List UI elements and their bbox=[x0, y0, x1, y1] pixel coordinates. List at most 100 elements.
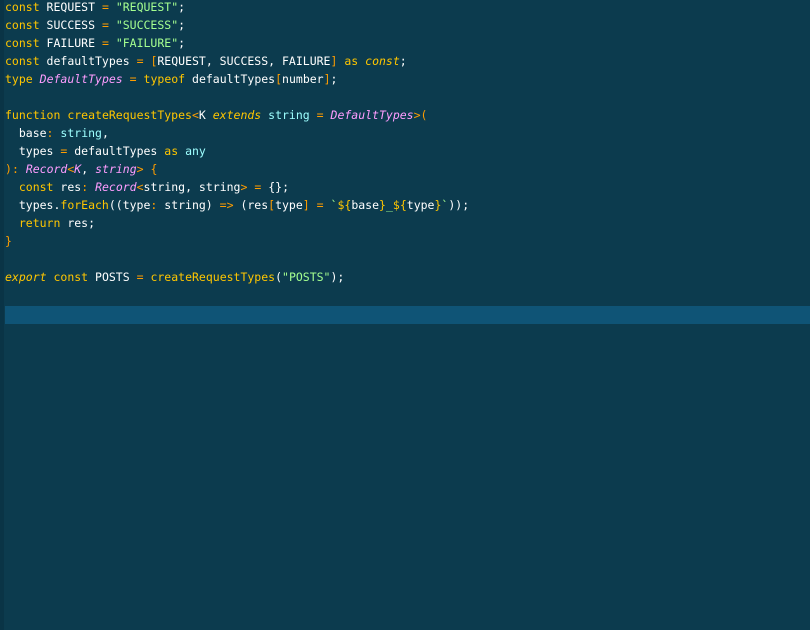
code-token: const bbox=[5, 54, 40, 68]
code-token: ( bbox=[275, 270, 283, 284]
code-token: } bbox=[5, 234, 12, 248]
code-line[interactable]: const defaultTypes = [REQUEST, SUCCESS, … bbox=[5, 54, 810, 72]
code-token: SUCCESS bbox=[39, 18, 102, 32]
code-token: = bbox=[101, 18, 109, 32]
code-token: const bbox=[365, 54, 400, 68]
code-token: (res bbox=[233, 198, 269, 212]
code-line[interactable]: function createRequestTypes<K extends st… bbox=[5, 108, 810, 126]
code-token: : bbox=[11, 162, 19, 176]
code-token: = bbox=[101, 0, 109, 14]
code-token: string, string bbox=[143, 180, 241, 194]
code-token: "REQUEST" bbox=[115, 0, 179, 14]
code-line[interactable]: const REQUEST = "REQUEST"; bbox=[5, 0, 810, 18]
code-token: { bbox=[150, 162, 158, 176]
code-token: res; bbox=[60, 216, 96, 230]
code-token: => bbox=[219, 198, 234, 212]
code-token: "SUCCESS" bbox=[115, 18, 179, 32]
code-token: string bbox=[95, 162, 137, 176]
code-token: return bbox=[18, 216, 61, 230]
code-line[interactable] bbox=[5, 288, 810, 306]
editor-gutter bbox=[0, 0, 4, 630]
code-token: _ bbox=[385, 198, 393, 212]
code-token: = bbox=[316, 108, 324, 122]
code-token: = bbox=[101, 36, 109, 50]
code-line[interactable] bbox=[5, 252, 810, 270]
code-token: > bbox=[413, 108, 421, 122]
code-token: defaultTypes bbox=[39, 54, 137, 68]
code-token: types bbox=[5, 144, 61, 158]
code-line[interactable]: type DefaultTypes = typeof defaultTypes[… bbox=[5, 72, 810, 90]
code-token: createRequestTypes bbox=[67, 108, 192, 122]
code-token: ${ bbox=[392, 198, 407, 212]
code-token: type bbox=[275, 198, 303, 212]
code-token: string) bbox=[157, 198, 220, 212]
code-line[interactable]: export const POSTS = createRequestTypes(… bbox=[5, 270, 810, 288]
code-token: = bbox=[129, 72, 137, 86]
code-token: res bbox=[53, 180, 82, 194]
code-line[interactable]: types = defaultTypes as any bbox=[5, 144, 810, 162]
code-token: const bbox=[5, 18, 40, 32]
code-line-active[interactable] bbox=[5, 306, 810, 324]
code-line[interactable]: return res; bbox=[5, 216, 810, 234]
code-token: ); bbox=[330, 270, 345, 284]
code-token: base bbox=[351, 198, 380, 212]
code-token: ; bbox=[399, 54, 407, 68]
code-line[interactable]: const res: Record<string, string> = {}; bbox=[5, 180, 810, 198]
code-token: defaultTypes bbox=[67, 144, 165, 158]
code-token: REQUEST, SUCCESS, FAILURE bbox=[157, 54, 331, 68]
code-token: typeof bbox=[143, 72, 186, 86]
code-token: ((type bbox=[108, 198, 151, 212]
code-token: "POSTS" bbox=[282, 270, 331, 284]
code-token: ] bbox=[302, 198, 310, 212]
code-line[interactable]: } bbox=[5, 234, 810, 252]
code-token: = bbox=[136, 54, 144, 68]
code-token: ${ bbox=[337, 198, 352, 212]
code-token: )); bbox=[448, 198, 470, 212]
code-token: [ bbox=[275, 72, 283, 86]
code-line[interactable]: base: string, bbox=[5, 126, 810, 144]
code-line[interactable]: ): Record<K, string> { bbox=[5, 162, 810, 180]
code-token: const bbox=[18, 180, 54, 194]
code-line[interactable]: const SUCCESS = "SUCCESS"; bbox=[5, 18, 810, 36]
code-token: types. bbox=[5, 198, 61, 212]
code-token: REQUEST bbox=[39, 0, 102, 14]
code-token: base bbox=[5, 126, 47, 140]
code-token: const bbox=[5, 36, 40, 50]
code-token: ; bbox=[330, 72, 338, 86]
code-lines: const REQUEST = "REQUEST"; const SUCCESS … bbox=[5, 0, 810, 324]
code-token: ; bbox=[178, 0, 186, 14]
code-token: DefaultTypes bbox=[330, 108, 414, 122]
code-token: {}; bbox=[261, 180, 289, 194]
code-token: function bbox=[5, 108, 61, 122]
code-token: K bbox=[198, 108, 213, 122]
code-token: type bbox=[5, 72, 33, 86]
code-token: DefaultTypes bbox=[39, 72, 123, 86]
code-token: defaultTypes bbox=[185, 72, 276, 86]
code-token: < bbox=[136, 180, 144, 194]
code-token: export bbox=[5, 270, 47, 284]
code-token: > bbox=[136, 162, 144, 176]
code-line[interactable]: const FAILURE = "FAILURE"; bbox=[5, 36, 810, 54]
code-line[interactable]: types.forEach((type: string) => (res[typ… bbox=[5, 198, 810, 216]
code-line[interactable] bbox=[5, 90, 810, 108]
code-token: any bbox=[185, 144, 206, 158]
code-token: ] bbox=[323, 72, 331, 86]
code-token: = bbox=[316, 198, 324, 212]
code-token: type bbox=[406, 198, 435, 212]
code-editor[interactable]: const REQUEST = "REQUEST"; const SUCCESS … bbox=[0, 0, 810, 630]
code-token: forEach bbox=[60, 198, 109, 212]
code-token: ) bbox=[5, 162, 12, 176]
code-token: ( bbox=[420, 108, 428, 122]
